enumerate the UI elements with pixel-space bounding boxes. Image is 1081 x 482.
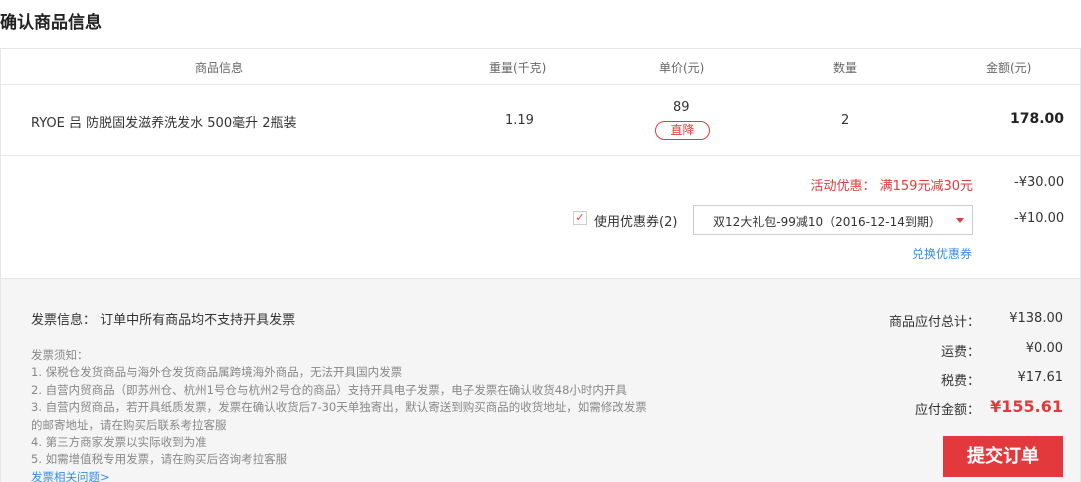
tax-label: 税费：: [940, 374, 980, 389]
invoice-notes: 发票须知： 1. 保税仓发货商品与海外仓发货商品属跨境海外商品，无法开具国内发票…: [31, 347, 647, 482]
header-product-info: 商品信息: [195, 61, 244, 75]
invoice-note: 的邮寄地址，请在购买后联系考拉客服: [31, 417, 227, 432]
submit-order-button[interactable]: 提交订单: [943, 436, 1063, 477]
header-unit-price: 单价(元): [659, 61, 705, 75]
invoice-note: 5. 如需增值税专用发票，请在购买后咨询考拉客服: [31, 452, 288, 467]
table-row: RYOE 吕 防脱固发滋养洗发水 500毫升 2瓶装 1.19 89 直降 2 …: [1, 85, 1080, 156]
shipping-label: 运费：: [940, 345, 980, 360]
subtotal-label: 商品应付总计：: [888, 315, 980, 330]
page-title: 确认商品信息: [0, 13, 102, 33]
use-coupon-checkbox[interactable]: ✓: [573, 211, 587, 225]
product-weight: 1.19: [505, 113, 534, 128]
promotion-section: 活动优惠： 满159元减30元 -¥30.00 ✓ 使用优惠券(2) 双12大礼…: [1, 156, 1080, 279]
table-header: 商品信息 重量(千克) 单价(元) 数量 金额(元): [1, 49, 1080, 85]
header-weight: 重量(千克): [489, 61, 547, 75]
invoice-note: 3. 自营内贸商品，若开具纸质发票，发票在确认收货后7-30天单独寄出，默认寄送…: [31, 400, 647, 415]
coupon-discount-value: -¥10.00: [1014, 211, 1065, 226]
redeem-coupon-link[interactable]: 兑换优惠券: [912, 245, 972, 262]
invoice-summary-section: 发票信息： 订单中所有商品均不支持开具发票 发票须知： 1. 保税仓发货商品与海…: [1, 279, 1080, 482]
activity-discount-value: -¥30.00: [1014, 175, 1065, 190]
tax-value: ¥17.61: [1017, 370, 1064, 385]
use-coupon-label[interactable]: 使用优惠券(2): [594, 211, 677, 230]
coupon-selected-value: 双12大礼包-99减10（2016-12-14到期）: [713, 215, 941, 229]
product-amount: 178.00: [1010, 111, 1065, 127]
subtotal-value: ¥138.00: [1009, 311, 1063, 326]
order-panel: 商品信息 重量(千克) 单价(元) 数量 金额(元) RYOE 吕 防脱固发滋养…: [0, 48, 1081, 482]
price-drop-badge: 直降: [655, 121, 710, 140]
amount-due-label: 应付金额：: [914, 403, 980, 418]
header-quantity: 数量: [833, 61, 858, 75]
header-amount: 金额(元): [986, 61, 1032, 75]
chevron-down-icon: [956, 218, 964, 223]
invoice-note-heading: 发票须知：: [31, 348, 89, 362]
invoice-note: 4. 第三方商家发票以实际收到为准: [31, 435, 207, 450]
coupon-select[interactable]: 双12大礼包-99减10（2016-12-14到期）: [693, 205, 973, 235]
product-name[interactable]: RYOE 吕 防脱固发滋养洗发水 500毫升 2瓶装: [31, 112, 297, 131]
invoice-help-link[interactable]: 发票相关问题>: [31, 469, 647, 482]
invoice-note: 2. 自营内贸商品（即苏州仓、杭州1号仓与杭州2号仓的商品）支持开具电子发票，电…: [31, 382, 627, 397]
shipping-value: ¥0.00: [1025, 341, 1063, 356]
amount-due-value: ¥155.61: [990, 397, 1063, 416]
invoice-info: 发票信息： 订单中所有商品均不支持开具发票: [31, 313, 296, 328]
product-quantity: 2: [841, 113, 850, 128]
invoice-note: 1. 保税仓发货商品与海外仓发货商品属跨境海外商品，无法开具国内发票: [31, 365, 403, 380]
activity-discount-label: 活动优惠： 满159元减30元: [810, 179, 974, 194]
product-price: 89: [673, 100, 690, 115]
